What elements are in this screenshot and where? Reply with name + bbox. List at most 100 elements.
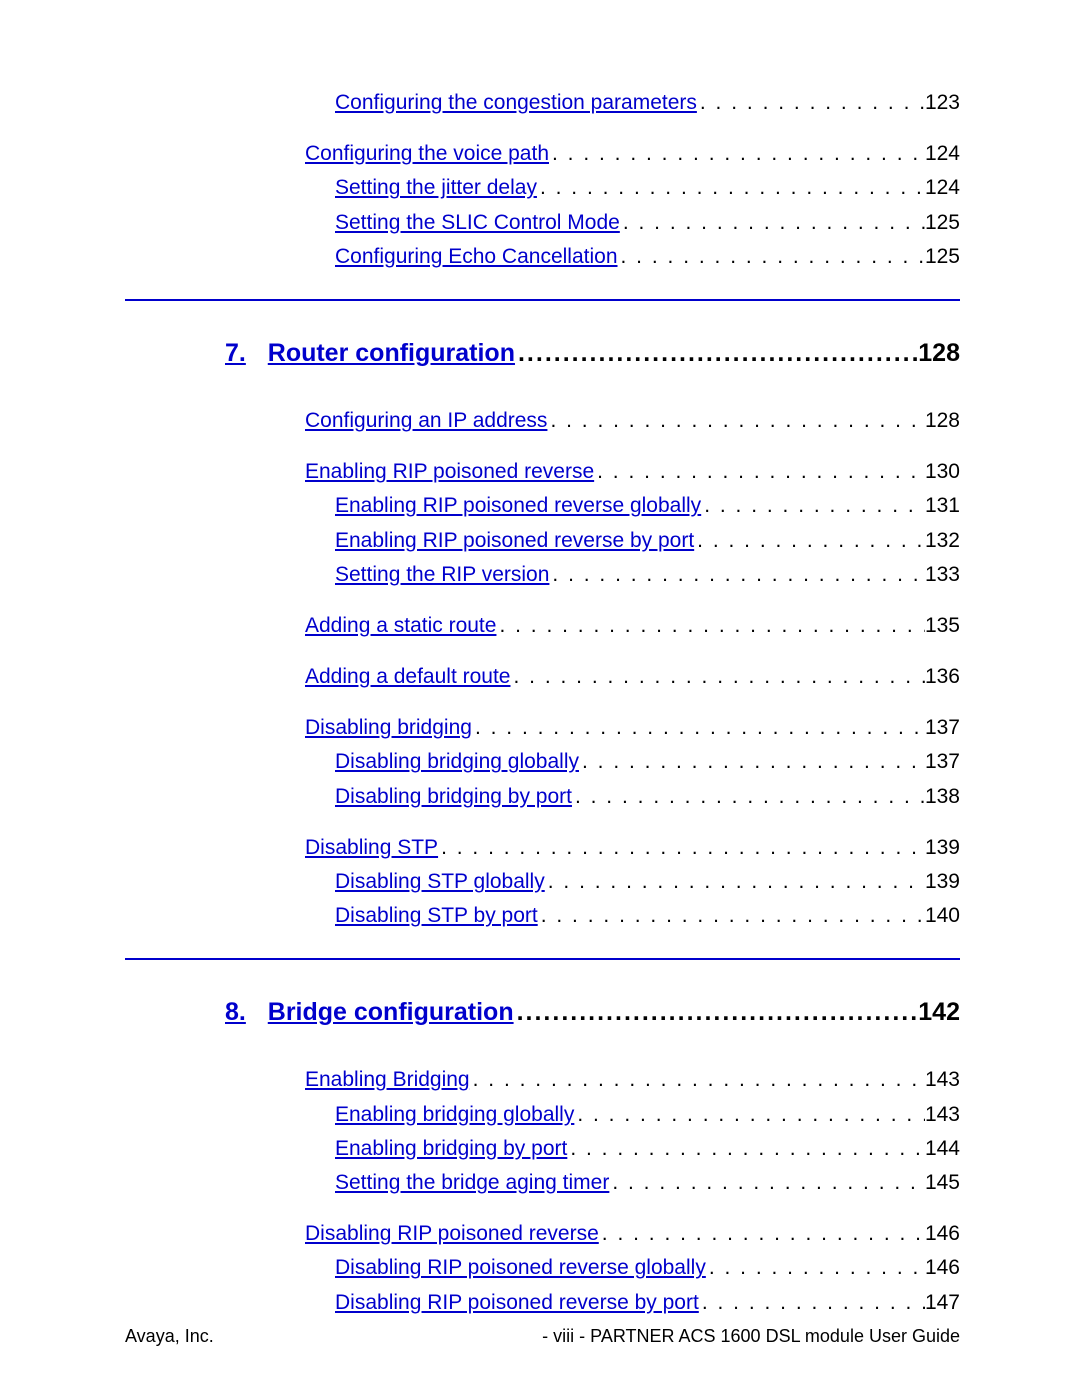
- toc-entry[interactable]: Enabling bridging by port . . . . . . . …: [125, 1136, 960, 1161]
- toc-entry[interactable]: Disabling RIP poisoned reverse globally …: [125, 1255, 960, 1280]
- toc-entry[interactable]: Disabling RIP poisoned reverse by port .…: [125, 1290, 960, 1315]
- toc-entry[interactable]: Setting the jitter delay . . . . . . . .…: [125, 175, 960, 200]
- toc-link: Enabling RIP poisoned reverse: [305, 459, 594, 484]
- toc-entry[interactable]: Setting the bridge aging timer . . . . .…: [125, 1170, 960, 1195]
- section-8-heading[interactable]: 8. Bridge configuration ................…: [125, 998, 960, 1027]
- leader-dots: . . . . . . . . . . . . . . . . . . . . …: [574, 1102, 925, 1127]
- section-7-heading[interactable]: 7. Router configuration ................…: [125, 339, 960, 368]
- toc-link: Configuring an IP address: [305, 408, 547, 433]
- toc-link: Disabling STP globally: [335, 869, 545, 894]
- toc-entry[interactable]: Configuring the voice path . . . . . . .…: [125, 141, 960, 166]
- leader-dots: . . . . . . . . . . . . . . . . . . . . …: [599, 1221, 925, 1246]
- toc-link: Disabling STP by port: [335, 903, 538, 928]
- toc-entry[interactable]: Setting the RIP version . . . . . . . . …: [125, 562, 960, 587]
- toc-group: Adding a static route . . . . . . . . . …: [125, 613, 960, 638]
- toc-entry[interactable]: Disabling STP . . . . . . . . . . . . . …: [125, 835, 960, 860]
- toc-group: Disabling RIP poisoned reverse . . . . .…: [125, 1221, 960, 1315]
- leader-dots: . . . . . . . . . . . . . . . . . . . . …: [699, 1290, 925, 1315]
- toc-entry[interactable]: Disabling STP by port . . . . . . . . . …: [125, 903, 960, 928]
- leader-dots: . . . . . . . . . . . . . . . . . . . . …: [538, 903, 925, 928]
- footer-company: Avaya, Inc.: [125, 1326, 214, 1347]
- leader-dots: . . . . . . . . . . . . . . . . . . . . …: [545, 869, 925, 894]
- section-number: 8.: [225, 998, 246, 1027]
- toc-link: Setting the SLIC Control Mode: [335, 210, 620, 235]
- leader-dots: . . . . . . . . . . . . . . . . . . . . …: [438, 835, 925, 860]
- toc-entry[interactable]: Enabling RIP poisoned reverse . . . . . …: [125, 459, 960, 484]
- toc-link: Enabling bridging by port: [335, 1136, 567, 1161]
- page-footer: Avaya, Inc. - viii - PARTNER ACS 1600 DS…: [125, 1326, 960, 1347]
- toc-group: Adding a default route . . . . . . . . .…: [125, 664, 960, 689]
- leader-dots: . . . . . . . . . . . . . . . . . . . . …: [470, 1067, 925, 1092]
- toc-group: Configuring the congestion parameters . …: [125, 90, 960, 115]
- leader-dots: . . . . . . . . . . . . . . . . . . . . …: [618, 244, 925, 269]
- page-number: 146: [925, 1255, 960, 1280]
- toc-group: Disabling bridging . . . . . . . . . . .…: [125, 715, 960, 809]
- leader-dots: . . . . . . . . . . . . . . . . . . . . …: [567, 1136, 925, 1161]
- page-number: 124: [925, 141, 960, 166]
- toc-link: Disabling RIP poisoned reverse by port: [335, 1290, 699, 1315]
- toc-link: Setting the RIP version: [335, 562, 549, 587]
- page-number: 124: [925, 175, 960, 200]
- toc-entry[interactable]: Adding a default route . . . . . . . . .…: [125, 664, 960, 689]
- leader-dots: . . . . . . . . . . . . . . . . . . . . …: [472, 715, 925, 740]
- toc-entry[interactable]: Configuring the congestion parameters . …: [125, 90, 960, 115]
- page-number: 140: [925, 903, 960, 928]
- leader-dots: . . . . . . . . . . . . . . . . . . . . …: [609, 1170, 925, 1195]
- section-divider: [125, 958, 960, 960]
- page-number: 123: [925, 90, 960, 115]
- toc-entry[interactable]: Disabling bridging . . . . . . . . . . .…: [125, 715, 960, 740]
- toc-entry[interactable]: Disabling STP globally . . . . . . . . .…: [125, 869, 960, 894]
- leader-dots: . . . . . . . . . . . . . . . . . . . . …: [694, 528, 925, 553]
- toc-entry[interactable]: Disabling bridging globally . . . . . . …: [125, 749, 960, 774]
- page-number: 125: [925, 210, 960, 235]
- toc-entry[interactable]: Enabling Bridging . . . . . . . . . . . …: [125, 1067, 960, 1092]
- toc-link: Configuring the congestion parameters: [335, 90, 697, 115]
- toc-link: Disabling RIP poisoned reverse: [305, 1221, 599, 1246]
- toc-link: Enabling Bridging: [305, 1067, 470, 1092]
- page-number: 143: [925, 1102, 960, 1127]
- section-title: Bridge configuration: [268, 998, 514, 1027]
- toc-link: Adding a static route: [305, 613, 496, 638]
- toc-entry[interactable]: Adding a static route . . . . . . . . . …: [125, 613, 960, 638]
- toc-entry[interactable]: Enabling RIP poisoned reverse by port . …: [125, 528, 960, 553]
- toc-entry[interactable]: Disabling bridging by port . . . . . . .…: [125, 784, 960, 809]
- toc-link: Enabling RIP poisoned reverse globally: [335, 493, 701, 518]
- toc-link: Disabling bridging: [305, 715, 472, 740]
- toc-link: Disabling bridging globally: [335, 749, 579, 774]
- leader-dots: . . . . . . . . . . . . . . . . . . . . …: [579, 749, 925, 774]
- page-number: 128: [925, 408, 960, 433]
- page-number: 142: [918, 998, 960, 1027]
- toc-entry[interactable]: Enabling RIP poisoned reverse globally .…: [125, 493, 960, 518]
- toc-link: Disabling RIP poisoned reverse globally: [335, 1255, 706, 1280]
- toc-group: Disabling STP . . . . . . . . . . . . . …: [125, 835, 960, 929]
- leader-dots: . . . . . . . . . . . . . . . . . . . . …: [594, 459, 925, 484]
- leader-dots: . . . . . . . . . . . . . . . . . . . . …: [572, 784, 925, 809]
- toc-entry[interactable]: Setting the SLIC Control Mode . . . . . …: [125, 210, 960, 235]
- page-number: 128: [918, 339, 960, 368]
- toc-link: Setting the bridge aging timer: [335, 1170, 609, 1195]
- toc-entry[interactable]: Enabling bridging globally . . . . . . .…: [125, 1102, 960, 1127]
- leader-dots: . . . . . . . . . . . . . . . . . . . . …: [697, 90, 925, 115]
- toc-entry[interactable]: Configuring Echo Cancellation . . . . . …: [125, 244, 960, 269]
- page-number: 137: [925, 715, 960, 740]
- page-number: 143: [925, 1067, 960, 1092]
- leader-dots: . . . . . . . . . . . . . . . . . . . . …: [537, 175, 925, 200]
- leader-dots: . . . . . . . . . . . . . . . . . . . . …: [496, 613, 925, 638]
- toc-entry[interactable]: Disabling RIP poisoned reverse . . . . .…: [125, 1221, 960, 1246]
- page-number: 139: [925, 835, 960, 860]
- leader-dots: . . . . . . . . . . . . . . . . . . . . …: [620, 210, 925, 235]
- page-number: 147: [925, 1290, 960, 1315]
- toc-link: Configuring Echo Cancellation: [335, 244, 618, 269]
- toc-link: Configuring the voice path: [305, 141, 549, 166]
- page-number: 130: [925, 459, 960, 484]
- page-number: 144: [925, 1136, 960, 1161]
- leader-dots: . . . . . . . . . . . . . . . . . . . . …: [511, 664, 925, 689]
- toc-entry[interactable]: Configuring an IP address . . . . . . . …: [125, 408, 960, 433]
- leader-dots: . . . . . . . . . . . . . . . . . . . . …: [549, 141, 925, 166]
- section-number: 7.: [225, 339, 246, 368]
- toc-group: Configuring an IP address . . . . . . . …: [125, 408, 960, 433]
- section-divider: [125, 299, 960, 301]
- page-number: 137: [925, 749, 960, 774]
- section-title: Router configuration: [268, 339, 515, 368]
- toc-page: Configuring the congestion parameters . …: [125, 90, 960, 1341]
